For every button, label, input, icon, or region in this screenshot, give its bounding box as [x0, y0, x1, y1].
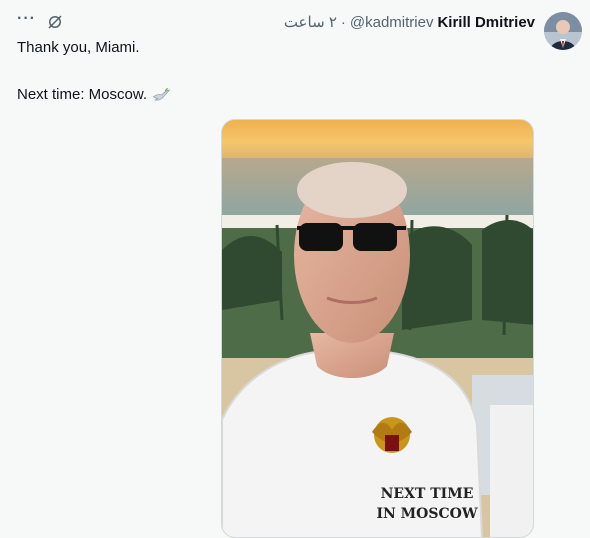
- avatar[interactable]: [544, 12, 582, 50]
- dove-icon: [153, 87, 171, 101]
- tweet-text-line-2: Next time: Moscow.: [17, 85, 537, 105]
- tweet-text-line-2-content: Next time: Moscow.: [17, 86, 148, 103]
- meta-separator: ·: [340, 13, 346, 31]
- unlink-icon[interactable]: [46, 13, 64, 31]
- tweet-text: Thank you, Miami. Next time: Moscow.: [17, 38, 537, 105]
- tweet-header: ··· ۲ ساعت · @kadmitriev Kirill Dmitriev: [0, 0, 590, 50]
- tweet-text-line-1: Thank you, Miami.: [17, 39, 140, 56]
- tweet-photo[interactable]: NEXT TIME IN MOSCOW: [221, 119, 534, 538]
- avatar-image: [544, 12, 582, 50]
- more-options-button[interactable]: ···: [17, 10, 36, 28]
- shirt-text-line-2: IN MOSCOW: [376, 506, 477, 522]
- author-name[interactable]: Kirill Dmitriev: [437, 14, 535, 31]
- tweet-time[interactable]: ۲ ساعت: [284, 13, 337, 31]
- author-line: ۲ ساعت · @kadmitriev Kirill Dmitriev: [284, 13, 535, 32]
- author-handle[interactable]: @kadmitriev: [350, 14, 434, 31]
- shirt-text-line-1: NEXT TIME: [381, 486, 474, 502]
- selfie-photo: NEXT TIME IN MOSCOW: [222, 120, 533, 537]
